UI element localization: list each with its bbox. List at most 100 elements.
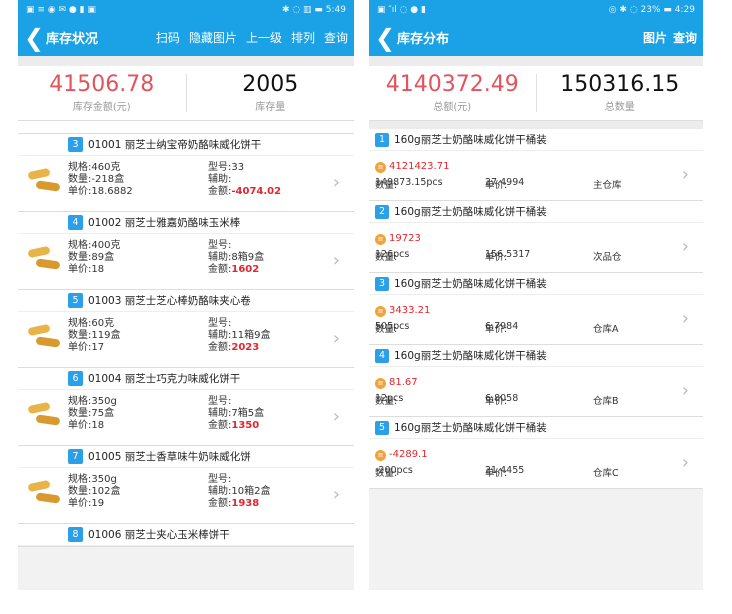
qty-label: 数量: (68, 408, 92, 419)
item-spec: 350g (91, 396, 117, 407)
item-qty: 119盒 (91, 330, 121, 341)
product-thumbnail (24, 242, 64, 276)
list-item[interactable]: 5 160g丽芝士奶酪味威化饼干桶装 ≡ -4289.1 数量: -200pcs 单价: 21… (369, 417, 703, 489)
sort-button[interactable]: 排列 (291, 29, 315, 46)
chevron-right-icon[interactable]: › (682, 452, 689, 473)
item-warehouse: 主仓库 (593, 180, 622, 191)
amount-label: 金额: (208, 420, 232, 431)
item-name: 01001 丽芝士纳宝帝奶酪味威化饼干 (88, 139, 262, 151)
item-body: 规格:400克 数量:89盒 单价:18 型号: 辅助:8箱9盒 金额:1602 › (18, 234, 354, 289)
item-qty: 75盒 (91, 408, 115, 419)
item-spec: 460克 (91, 162, 121, 173)
item-amount: 3433.21 (389, 305, 431, 316)
item-details-left: 规格:460克 数量:-218盒 单价:18.6882 (68, 162, 133, 198)
list-item[interactable]: 8 01006 丽芝士夹心玉米棒饼干 (18, 524, 354, 547)
price-label: 单价: (68, 186, 92, 197)
list-item[interactable]: 4 160g丽芝士奶酪味威化饼干桶装 ≡ 81.67 数量: 12pcs 单价: 6.8058… (369, 345, 703, 417)
aux-label: 辅助: (208, 330, 232, 341)
item-amount: 1350 (231, 420, 260, 431)
hide-images-button[interactable]: 隐藏图片 (189, 29, 237, 46)
item-header: 2 160g丽芝士奶酪味威化饼干桶装 (369, 201, 703, 223)
warehouse-list: 1 160g丽芝士奶酪味威化饼干桶装 ≡ 4121423.71 数量: 149873.15… (369, 129, 703, 489)
inventory-amount-label: 库存金额(元) (72, 102, 131, 113)
item-aux: 7箱5盒 (231, 408, 265, 419)
list-item[interactable]: 4 01002 丽芝士雅嘉奶酪味玉米棒 规格:400克 数量:89盒 单价:18 型号: 辅… (18, 212, 354, 290)
item-name: 01003 丽芝士芝心棒奶酪味夹心卷 (88, 295, 251, 307)
item-name: 01002 丽芝士雅嘉奶酪味玉米棒 (88, 217, 241, 229)
item-header: 8 01006 丽芝士夹心玉米棒饼干 (18, 524, 354, 546)
money-icon: ≡ (375, 306, 386, 317)
status-icons-left: ▣ ≡ ◉ ✉ ● ▮ ▣ (26, 4, 96, 15)
item-index-badge: 2 (375, 204, 389, 219)
chevron-right-icon[interactable]: › (682, 236, 689, 257)
back-arrow-icon[interactable]: ❮ (24, 26, 44, 50)
back-arrow-icon[interactable]: ❮ (375, 26, 395, 50)
item-price: 18 (91, 264, 105, 275)
price-label: 单价: (68, 498, 92, 509)
chevron-right-icon[interactable]: › (682, 164, 689, 185)
chevron-right-icon[interactable]: › (682, 308, 689, 329)
chevron-right-icon[interactable]: › (333, 250, 340, 271)
list-item[interactable]: 2 160g丽芝士奶酪味威化饼干桶装 ≡ 19723 数量: 126pcs 单价: 156.5… (369, 201, 703, 273)
images-button[interactable]: 图片 (643, 29, 667, 46)
item-name: 160g丽芝士奶酪味威化饼干桶装 (394, 422, 547, 434)
page-title: 库存分布 (397, 32, 450, 47)
query-button[interactable]: 查询 (324, 29, 348, 46)
chevron-right-icon[interactable]: › (333, 406, 340, 427)
item-header: 3 01001 丽芝士纳宝帝奶酪味威化饼干 (18, 134, 354, 156)
up-level-button[interactable]: 上一级 (246, 29, 282, 46)
item-qty: 126pcs (375, 249, 410, 260)
chevron-right-icon[interactable]: › (682, 380, 689, 401)
page-title: 库存状况 (46, 32, 99, 47)
item-body: 规格:350g 数量:75盒 单价:18 型号: 辅助:7箱5盒 金额:1350 › (18, 390, 354, 445)
list-item[interactable]: 3 160g丽芝士奶酪味威化饼干桶装 ≡ 3433.21 数量: 505pcs 单价: 6.7… (369, 273, 703, 345)
item-name: 160g丽芝士奶酪味威化饼干桶装 (394, 134, 547, 146)
spec-label: 规格: (68, 318, 92, 329)
list-item[interactable]: 7 01005 丽芝士香草味牛奶味威化饼 规格:350g 数量:102盒 单价:19 型号… (18, 446, 354, 524)
item-warehouse: 仓库A (593, 324, 619, 335)
divider (369, 121, 703, 129)
money-icon: ≡ (375, 162, 386, 173)
product-thumbnail (24, 476, 64, 510)
item-header: 7 01005 丽芝士香草味牛奶味威化饼 (18, 446, 354, 468)
chevron-right-icon[interactable]: › (333, 172, 340, 193)
list-item[interactable]: 6 01004 丽芝士巧克力味威化饼干 规格:350g 数量:75盒 单价:18 型号: 辅… (18, 368, 354, 446)
distribution-summary: 4140372.49 总额(元) 150316.15 总数量 (369, 66, 703, 121)
product-list: 3 01001 丽芝士纳宝帝奶酪味威化饼干规格:460克 数量:-218盒 单价:18… (18, 134, 354, 547)
inventory-status-screen: ▣ ≡ ◉ ✉ ● ▮ ▣ ✱ ◌ ▥ ▬ 5:49 ❮ 库存状况 扫码 隐藏图… (18, 0, 354, 590)
inventory-summary: 41506.78 库存金额(元) 2005 库存量 (18, 66, 354, 121)
amount-label: 金额: (208, 342, 232, 353)
total-quantity: 150316.15 (560, 72, 680, 97)
item-details-right: 型号: 辅助:11箱9盒 金额:2023 (208, 318, 270, 354)
aux-label: 辅助: (208, 252, 232, 263)
item-price: 6.8058 (485, 393, 519, 404)
list-item[interactable]: 1 160g丽芝士奶酪味威化饼干桶装 ≡ 4121423.71 数量: 149873.15… (369, 129, 703, 201)
item-index-badge: 8 (68, 527, 83, 542)
scan-button[interactable]: 扫码 (156, 29, 180, 46)
list-item[interactable]: 5 01003 丽芝士芝心棒奶酪味夹心卷 规格:60克 数量:119盒 单价:17 型号:… (18, 290, 354, 368)
chevron-right-icon[interactable]: › (333, 484, 340, 505)
item-amount: 1602 (231, 264, 260, 275)
inventory-quantity: 2005 (242, 72, 299, 97)
amount-label: 金额: (208, 186, 232, 197)
query-button[interactable]: 查询 (673, 29, 697, 46)
total-amount-label: 总额(元) (433, 102, 472, 113)
qty-label: 数量: (68, 174, 92, 185)
item-body: ≡ -4289.1 数量: -200pcs 单价: 21.4455 仓库C › (369, 439, 703, 488)
item-price: 21.4455 (485, 465, 525, 476)
item-index-badge: 4 (68, 215, 83, 230)
status-icons-right: ✱ ◌ ▥ ▬ 5:49 (281, 4, 346, 15)
item-body: ≡ 3433.21 数量: 505pcs 单价: 6.7984 仓库A › (369, 295, 703, 344)
item-index-badge: 3 (375, 276, 389, 291)
list-item[interactable]: 3 01001 丽芝士纳宝帝奶酪味威化饼干规格:460克 数量:-218盒 单价:18… (18, 134, 354, 212)
item-qty: 12pcs (375, 393, 404, 404)
spec-label: 规格: (68, 162, 92, 173)
app-bar: ❮ 库存分布 图片 查询 (369, 19, 703, 56)
total-quantity-label: 总数量 (604, 102, 635, 113)
item-model: 33 (231, 162, 245, 173)
chevron-right-icon[interactable]: › (333, 328, 340, 349)
model-label: 型号: (208, 162, 232, 173)
amount-label: 金额: (208, 264, 232, 275)
divider (18, 56, 354, 66)
item-body: ≡ 4121423.71 数量: 149873.15pcs 单价: 27.4994 主仓库 › (369, 151, 703, 200)
